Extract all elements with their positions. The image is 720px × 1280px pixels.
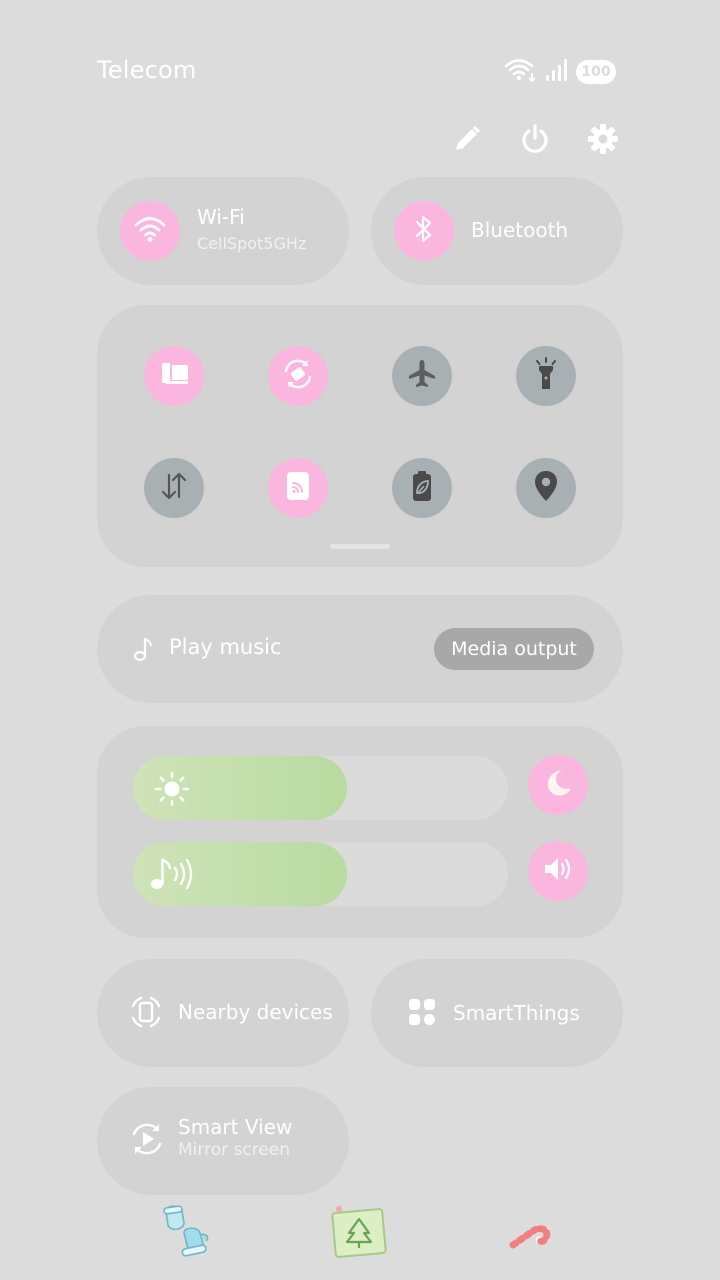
location-icon [532,469,560,507]
power-icon[interactable] [518,122,552,156]
status-icons: 100 [504,58,616,86]
smartthings-tile[interactable]: SmartThings [371,959,623,1067]
auto-rotate-icon [280,356,316,396]
flashlight-toggle[interactable] [516,346,576,406]
panel-page-handle[interactable] [330,544,390,549]
signal-icon [544,57,570,87]
music-volume-icon [149,856,197,896]
mobile-data-icon [158,470,190,506]
eye-comfort-toggle[interactable] [528,755,588,815]
power-saving-icon [409,469,435,507]
wifi-tile[interactable]: Wi-Fi CellSpot5GHz [97,177,349,285]
play-music-label[interactable]: Play music [169,635,282,659]
pencil-icon[interactable] [450,122,484,156]
sun-icon [153,770,191,812]
candy-cane-sticker-icon [507,1219,553,1257]
carrier-name: Telecom [97,56,197,84]
smart-view-subtitle: Mirror screen [178,1140,291,1160]
gear-icon[interactable] [586,122,620,156]
nearby-devices-icon [127,993,165,1035]
mobile-data-toggle[interactable] [144,458,204,518]
quick-toggles-panel [97,305,623,567]
wifi-icon [133,214,167,248]
smart-view-title: Smart View [178,1115,293,1139]
power-saving-toggle[interactable] [392,458,452,518]
media-output-button[interactable]: Media output [434,628,594,670]
volume-slider[interactable] [133,842,508,906]
bluetooth-icon [412,213,436,249]
sound-mode-toggle[interactable] [528,841,588,901]
battery-indicator: 100 [576,60,616,84]
screen-share-icon [157,359,191,393]
mittens-sticker-icon [160,1203,222,1265]
smartthings-icon [408,998,436,1030]
bluetooth-label: Bluetooth [471,218,569,242]
wifi-label: Wi-Fi [197,205,245,229]
location-toggle[interactable] [516,458,576,518]
tree-card-sticker-icon [331,1205,389,1263]
wifi-icon [504,57,538,87]
bluetooth-tile[interactable]: Bluetooth [371,177,623,285]
bluetooth-toggle[interactable] [394,201,454,261]
nearby-devices-tile[interactable]: Nearby devices [97,959,349,1067]
airplane-icon [406,358,438,394]
speaker-icon [541,854,575,888]
flashlight-icon [531,356,561,396]
airplane-toggle[interactable] [392,346,452,406]
wifi-toggle[interactable] [120,201,180,261]
screen-share-toggle[interactable] [144,346,204,406]
cast-icon [284,470,312,506]
wifi-network: CellSpot5GHz [197,234,307,253]
auto-rotate-toggle[interactable] [268,346,328,406]
moon-icon [542,767,574,803]
smart-view-tile[interactable]: Smart View Mirror screen [97,1087,349,1195]
smartthings-label: SmartThings [453,1001,580,1025]
cast-toggle[interactable] [268,458,328,518]
smart-view-icon [129,1121,165,1161]
top-toolbar [450,122,620,156]
music-note-icon [133,635,155,667]
nearby-devices-label: Nearby devices [178,1000,333,1024]
brightness-slider[interactable] [133,756,508,820]
